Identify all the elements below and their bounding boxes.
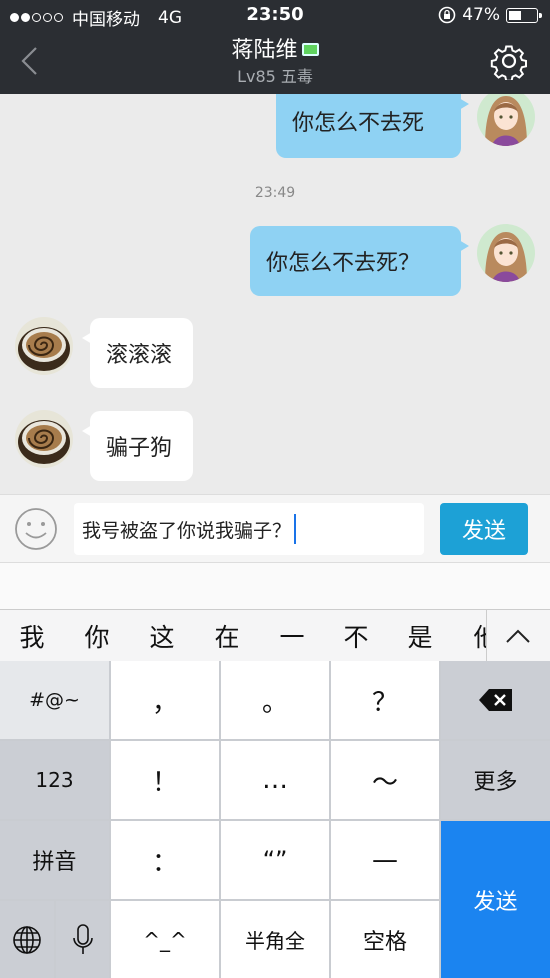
input-bar: 我号被盗了你说我骗子？ 发送 <box>0 494 550 562</box>
key-ellipsis[interactable]: … <box>221 741 329 819</box>
key-tilde[interactable]: ～ <box>331 741 439 819</box>
candidate-word[interactable]: 你 <box>77 618 117 654</box>
candidate-word[interactable]: 这 <box>142 618 182 654</box>
anime-girl-avatar-icon <box>477 94 535 146</box>
key-globe[interactable] <box>0 901 54 978</box>
send-button[interactable]: 发送 <box>440 503 528 555</box>
emoji-icon[interactable] <box>14 507 58 551</box>
key-comma[interactable]: ， <box>111 661 219 739</box>
microphone-icon <box>72 923 93 954</box>
key-numbers[interactable]: 123 <box>0 741 109 819</box>
contact-level: Lv85 五毒 <box>237 67 313 86</box>
my-avatar[interactable] <box>477 94 535 146</box>
gear-icon[interactable] <box>490 42 528 80</box>
top-bar: 中国移动 4G 23:50 47% 蒋陆维 Lv85 五毒 <box>0 0 550 94</box>
message-timestamp: 23:49 <box>254 185 296 201</box>
online-status-icon <box>301 42 319 56</box>
contact-avatar[interactable] <box>15 410 73 468</box>
message-bubble-incoming[interactable]: 滚滚滚 <box>82 318 193 388</box>
key-more[interactable]: 更多 <box>441 741 550 819</box>
candidate-bar: 我 你 这 在 一 不 是 他 <box>0 609 550 662</box>
candidate-word[interactable]: 不 <box>336 618 376 654</box>
status-bar: 中国移动 4G 23:50 47% <box>0 0 550 32</box>
key-voice[interactable] <box>56 901 109 978</box>
key-question[interactable]: ？ <box>331 661 439 739</box>
candidate-word[interactable]: 是 <box>400 618 440 654</box>
battery-percent: 47% <box>462 5 500 25</box>
key-send[interactable]: 发送 <box>441 821 550 978</box>
chat-area[interactable]: 你怎么不去死 23:49 你怎么不去死？ 滚滚滚 骗子狗 <box>0 94 550 494</box>
key-period[interactable]: 。 <box>221 661 329 739</box>
key-dash[interactable]: — <box>331 821 439 899</box>
key-emoticon[interactable]: ^_^ <box>111 901 219 978</box>
candidate-word[interactable]: 在 <box>207 618 247 654</box>
contact-name: 蒋陆维 <box>231 38 298 63</box>
backspace-icon <box>478 689 512 711</box>
key-pinyin[interactable]: 拼音 <box>0 821 109 899</box>
coffee-cup-avatar-icon <box>15 317 73 375</box>
key-quotes[interactable]: “” <box>221 821 329 899</box>
coffee-cup-avatar-icon <box>15 410 73 468</box>
key-exclaim[interactable]: ！ <box>111 741 219 819</box>
message-input[interactable]: 我号被盗了你说我骗子？ <box>74 503 424 555</box>
candidate-word[interactable]: 他 <box>466 618 486 654</box>
message-bubble-incoming[interactable]: 骗子狗 <box>82 411 193 481</box>
text-cursor <box>294 514 297 544</box>
my-avatar[interactable] <box>477 224 535 282</box>
expand-candidates-button[interactable] <box>486 610 550 662</box>
candidate-word[interactable]: 我 <box>12 618 52 654</box>
candidate-word[interactable]: 一 <box>272 618 312 654</box>
contact-avatar[interactable] <box>15 317 73 375</box>
keyboard-input-preview <box>0 562 550 609</box>
chevron-up-icon <box>506 629 530 643</box>
battery-icon <box>506 7 542 23</box>
key-backspace[interactable] <box>441 661 550 739</box>
key-colon[interactable]: ： <box>111 821 219 899</box>
key-symbols[interactable]: #@~ <box>0 661 109 739</box>
rotation-lock-icon <box>438 6 456 24</box>
message-bubble-outgoing[interactable]: 你怎么不去死 <box>276 94 469 158</box>
key-space[interactable]: 空格 <box>331 901 439 978</box>
key-halfwidth-fullwidth[interactable]: 半角全 <box>221 901 329 978</box>
globe-icon <box>13 925 41 954</box>
message-bubble-outgoing[interactable]: 你怎么不去死？ <box>250 226 469 296</box>
keyboard: #@~ ， 。 ？ 123 ！ … ～ 更多 拼音 ： “” — 发送 ^_^ … <box>0 661 550 978</box>
anime-girl-avatar-icon <box>477 224 535 282</box>
